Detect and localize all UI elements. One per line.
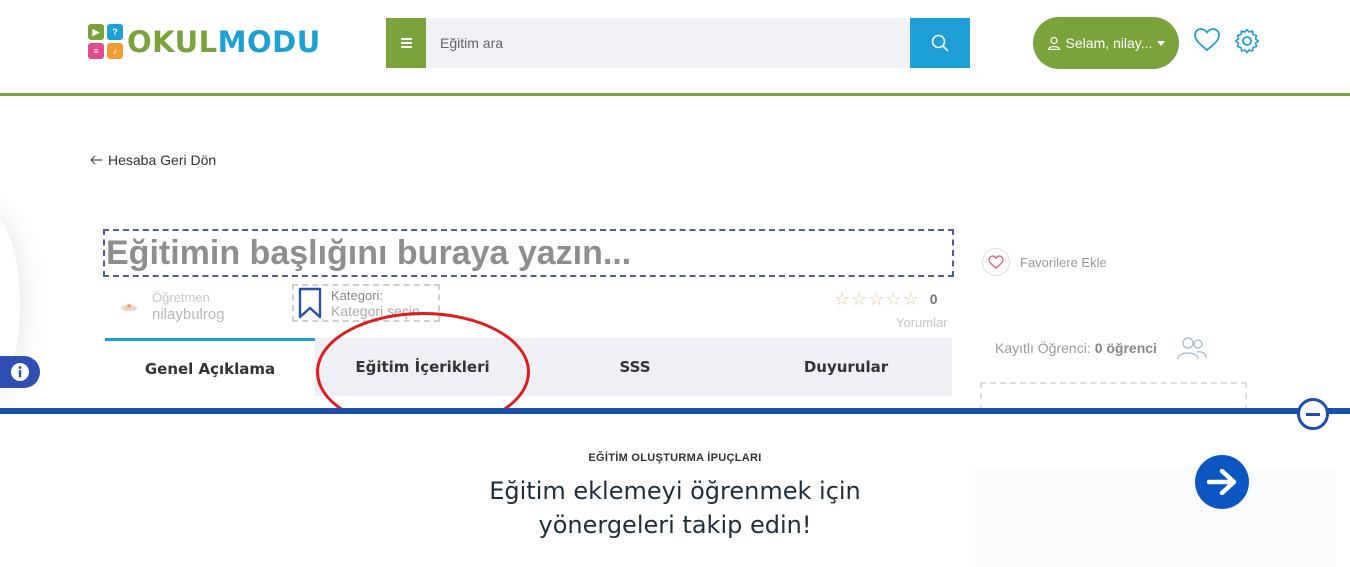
add-to-favorites-button[interactable]: Favorilere Ekle [982, 248, 1107, 276]
logo[interactable]: ▶ ? ≡ ♪ OKULMODU [88, 24, 321, 59]
menu-icon[interactable] [386, 18, 426, 68]
tips-panel-fade [975, 468, 1335, 567]
heart-icon [982, 248, 1010, 276]
star-icon: ☆ [885, 289, 902, 309]
logo-tile-doc: ≡ [88, 43, 104, 59]
star-icon: ☆ [868, 289, 885, 309]
info-icon [11, 363, 29, 381]
tab-announcements[interactable]: Duyurular [740, 338, 952, 396]
user-icon [1047, 36, 1060, 50]
course-title-input[interactable]: Eğitimin başlığını buraya yazın... [103, 229, 954, 277]
students-label: Kayıtlı Öğrenci: [995, 340, 1091, 356]
logo-text: OKULMODU [127, 24, 321, 59]
tips-heading: EĞİTİM OLUŞTURMA İPUÇLARI [588, 452, 762, 464]
logo-tile-play: ▶ [88, 24, 104, 40]
category-label: Kategori: [331, 287, 384, 303]
bookmark-icon [298, 287, 322, 319]
logo-tile-cap: ♪ [107, 43, 123, 59]
user-menu-button[interactable]: Selam, nilay... [1033, 17, 1179, 69]
tips-message: Eğitim eklemeyi öğrenmek için yönergeler… [489, 477, 861, 539]
user-menu-label: Selam, nilay... [1065, 35, 1153, 51]
teacher-name: nilaybulrog [152, 306, 225, 323]
teacher-label: Öğretmen [152, 290, 210, 305]
reviews-label[interactable]: Yorumlar [896, 315, 948, 330]
rating: ☆ ☆ ☆ ☆ ☆ 0 [834, 290, 938, 308]
heart-icon[interactable] [1194, 28, 1220, 57]
site-header: ▶ ? ≡ ♪ OKULMODU Selam, nilay... [0, 0, 1350, 96]
course-title-placeholder: Eğitimin başlığını buraya yazın... [106, 233, 632, 272]
students-value: 0 öğrenci [1094, 340, 1157, 356]
logo-mark: ▶ ? ≡ ♪ [88, 24, 123, 59]
search-icon [931, 34, 949, 52]
enrolled-students: Kayıtlı Öğrenci: 0 öğrenci [995, 336, 1207, 360]
chevron-down-icon [1157, 40, 1166, 46]
minus-icon [1306, 412, 1320, 416]
tab-faq[interactable]: SSS [530, 338, 740, 396]
rating-count: 0 [929, 291, 938, 307]
search-bar [386, 18, 970, 68]
users-icon [1177, 337, 1207, 360]
favorites-label: Favorilere Ekle [1020, 254, 1107, 270]
minimize-tips-button[interactable] [1297, 398, 1329, 430]
info-button[interactable] [0, 356, 40, 388]
tab-general-description[interactable]: Genel Açıklama [105, 338, 315, 396]
gear-icon[interactable] [1234, 28, 1260, 59]
teacher-avatar [118, 297, 140, 317]
search-button[interactable] [910, 18, 970, 68]
star-icon: ☆ [902, 289, 919, 309]
back-link-label: Hesaba Geri Dön [108, 152, 217, 168]
star-icon: ☆ [851, 289, 868, 309]
tips-next-button[interactable] [1195, 455, 1249, 509]
page: ▶ ? ≡ ♪ OKULMODU Selam, nilay... [0, 0, 1350, 567]
teacher-info: Öğretmen nilaybulrog [118, 290, 225, 323]
search-input[interactable] [426, 18, 910, 68]
logo-tile-question: ? [107, 24, 123, 40]
arrow-right-icon [1207, 469, 1237, 495]
arrow-left-icon [90, 155, 102, 165]
back-to-account-link[interactable]: Hesaba Geri Dön [90, 152, 216, 168]
star-icon: ☆ [834, 289, 851, 309]
